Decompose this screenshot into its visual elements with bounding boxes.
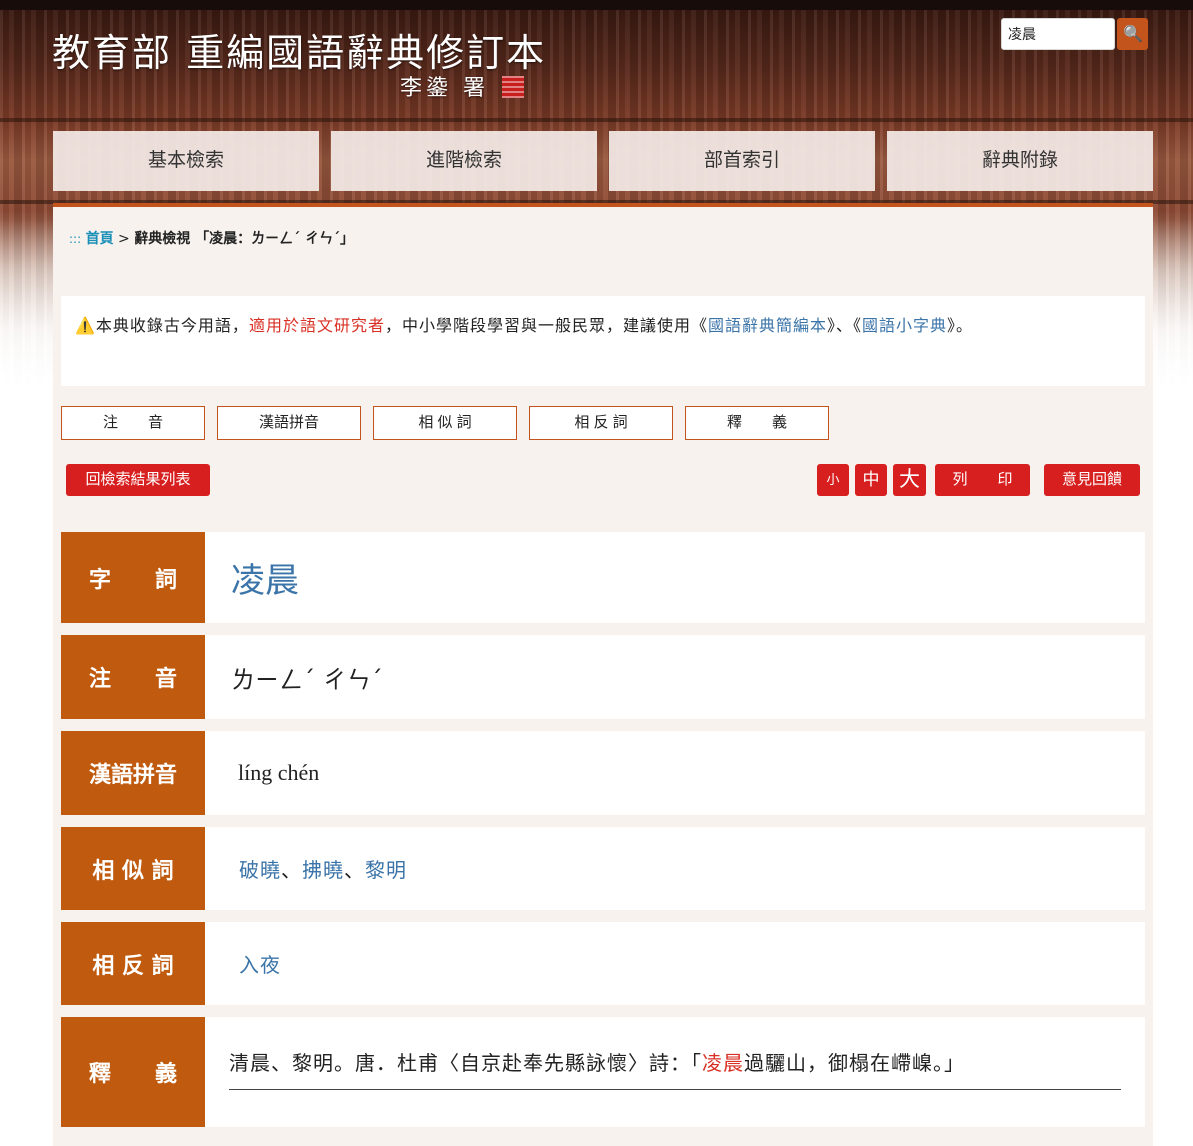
entry-row-word: 字 詞 凌晨 <box>61 532 1145 623</box>
top-strip <box>0 0 1193 10</box>
list-separator: 、 <box>281 858 302 882</box>
row-label: 釋 義 <box>61 1017 205 1127</box>
entry-row-definition: 釋 義 清晨、黎明。唐．杜甫〈自京赴奉先縣詠懷〉詩：「 凌晨 過驪山，御榻在嵽嵲。」 <box>61 1017 1145 1127</box>
nav-basic-search[interactable]: 基本檢索 <box>53 131 319 191</box>
calligrapher-signature: 李鍌 署 <box>400 76 489 101</box>
synonym-link[interactable]: 破曉 <box>239 854 281 883</box>
antonym-list: 入夜 <box>239 922 281 1005</box>
notice-text: 》。 <box>947 316 974 335</box>
notice-highlight: 適用於語文研究者 <box>248 316 385 335</box>
notice-text: ，中小學階段學習與一般民眾，建議使用《 <box>384 316 708 335</box>
nav-radical-index[interactable]: 部首索引 <box>609 131 875 191</box>
entry-row-antonyms: 相 反 詞 入夜 <box>61 922 1145 1005</box>
nav-appendix[interactable]: 辭典附錄 <box>887 131 1153 191</box>
definition-part: 清晨、黎明。唐．杜甫〈自京赴奉先縣詠懷〉詩：「 <box>229 1050 702 1075</box>
list-separator: 、 <box>344 858 365 882</box>
site-title: 教育部 重編國語辭典修訂本 <box>52 31 547 75</box>
row-label: 字 詞 <box>61 532 205 623</box>
tab-definition[interactable]: 釋 義 <box>685 406 829 440</box>
tab-zhuyin[interactable]: 注 音 <box>61 406 205 440</box>
breadcrumb-arrow: > <box>118 231 130 247</box>
zhuyin-value: ㄌㄧㄥˊ ㄔㄣˊ <box>231 665 383 694</box>
font-small-button[interactable]: 小 <box>817 464 849 496</box>
entry-row-zhuyin: 注 音 ㄌㄧㄥˊ ㄔㄣˊ <box>61 635 1145 719</box>
nav-advanced-search[interactable]: 進階檢索 <box>331 131 597 191</box>
synonym-link[interactable]: 拂曉 <box>302 854 344 883</box>
print-button[interactable]: 列 印 <box>935 464 1030 496</box>
pinyin-value: líng chén <box>238 760 320 785</box>
feedback-button[interactable]: 意見回饋 <box>1044 464 1140 496</box>
search-input[interactable] <box>1001 18 1115 50</box>
concise-dictionary-link[interactable]: 國語辭典簡編本 <box>708 316 827 335</box>
tab-pinyin[interactable]: 漢語拼音 <box>217 406 361 440</box>
mini-dictionary-link[interactable]: 國語小字典 <box>862 316 947 335</box>
entry-row-synonyms: 相 似 詞 破曉、拂曉、黎明 <box>61 827 1145 910</box>
notice-text: 本典收錄古今用語， <box>95 316 249 335</box>
synonym-list: 破曉、拂曉、黎明 <box>239 827 407 910</box>
row-label: 注 音 <box>61 635 205 719</box>
definition-text: 清晨、黎明。唐．杜甫〈自京赴奉先縣詠懷〉詩：「 凌晨 過驪山，御榻在嵽嵲。」 <box>229 1041 965 1081</box>
breadcrumb-anchor[interactable]: ::: <box>69 232 81 246</box>
definition-part: 過驪山，御榻在嵽嵲。」 <box>744 1050 965 1075</box>
font-large-button[interactable]: 大 <box>893 464 926 496</box>
magnifier-icon: 🔍 <box>1123 26 1143 43</box>
definition-divider <box>229 1089 1121 1090</box>
row-label: 漢語拼音 <box>61 731 205 815</box>
breadcrumb: ::: 首頁 > 辭典檢視 「凌晨：ㄌㄧㄥˊ ㄔㄣˊ」 <box>69 228 354 250</box>
breadcrumb-home-link[interactable]: 首頁 <box>86 231 114 247</box>
seal-icon <box>502 76 524 98</box>
row-label: 相 反 詞 <box>61 922 205 1005</box>
definition-highlight: 凌晨 <box>702 1050 744 1075</box>
headword: 凌晨 <box>231 561 299 601</box>
notice-box: ⚠️本典收錄古今用語，適用於語文研究者，中小學階段學習與一般民眾，建議使用《國語… <box>61 296 1145 386</box>
font-medium-button[interactable]: 中 <box>855 464 887 496</box>
synonym-link[interactable]: 黎明 <box>365 854 407 883</box>
warning-icon: ⚠️ <box>75 316 96 335</box>
tab-antonyms[interactable]: 相 反 詞 <box>529 406 673 440</box>
breadcrumb-current: 辭典檢視 「凌晨：ㄌㄧㄥˊ ㄔㄣˊ」 <box>134 231 354 247</box>
shelf-divider <box>0 118 1193 122</box>
back-to-results-button[interactable]: 回檢索結果列表 <box>66 464 210 496</box>
row-label: 相 似 詞 <box>61 827 205 910</box>
site-subtitle: 李鍌 署 <box>400 70 524 102</box>
tab-synonyms[interactable]: 相 似 詞 <box>373 406 517 440</box>
entry-row-pinyin: 漢語拼音 líng chén <box>61 731 1145 815</box>
search-button[interactable]: 🔍 <box>1117 18 1148 50</box>
antonym-link[interactable]: 入夜 <box>239 949 281 978</box>
notice-text: 》、《 <box>826 316 862 335</box>
